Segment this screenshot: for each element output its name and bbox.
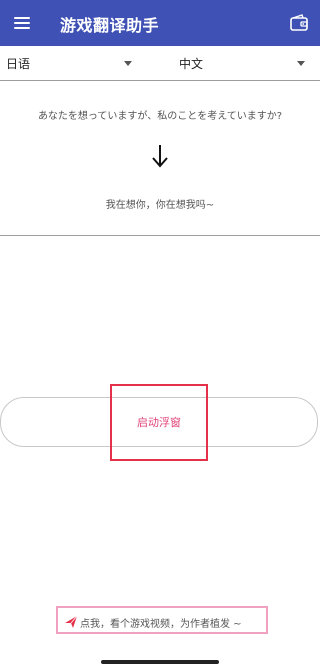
menu-icon[interactable]	[12, 13, 32, 33]
start-float-window-button[interactable]: 启动浮窗	[0, 397, 318, 447]
arrow-down-icon	[151, 143, 169, 169]
source-language-label: 日语	[6, 57, 31, 71]
translation-panel: あなたを想っていますが、私のことを考えていますか? 我在想你，你在想我吗~	[0, 81, 320, 236]
paper-plane-icon	[64, 614, 78, 628]
promo-video-label: 点我，看个游戏视频，为作者植发 ~	[80, 619, 242, 630]
promo-video-link[interactable]: 点我，看个游戏视频，为作者植发 ~	[56, 606, 268, 634]
translation-result-text: 我在想你，你在想我吗~	[105, 200, 215, 211]
target-language-select[interactable]: 中文	[160, 46, 320, 80]
dropdown-caret-icon	[124, 61, 132, 66]
target-language-label: 中文	[179, 57, 204, 71]
app-bar: 游戏翻译助手	[0, 0, 320, 46]
wallet-icon[interactable]	[288, 12, 310, 34]
dropdown-caret-icon	[297, 61, 305, 66]
app-title: 游戏翻译助手	[60, 16, 160, 35]
start-float-window-label: 启动浮窗	[137, 416, 181, 429]
source-language-select[interactable]: 日语	[0, 46, 160, 80]
source-text: あなたを想っていますが、私のことを考えていますか?	[37, 111, 283, 122]
home-indicator[interactable]	[101, 660, 219, 664]
language-selector-row: 日语 中文	[0, 46, 320, 81]
